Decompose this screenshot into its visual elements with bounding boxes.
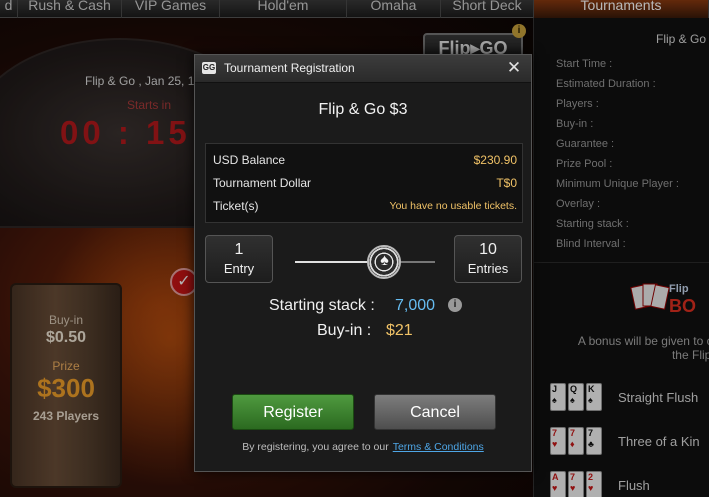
min-entry-number: 1 (234, 241, 244, 258)
close-icon[interactable]: ✕ (505, 59, 523, 77)
tournament-dollar-label: Tournament Dollar (213, 176, 312, 190)
cancel-button[interactable]: Cancel (374, 394, 496, 430)
starting-stack-value: 7,000 (395, 297, 436, 314)
max-entry-button[interactable]: 10 Entries (454, 235, 522, 283)
buyin-row: Buy-in : $21 (195, 322, 531, 342)
info-icon[interactable]: i (448, 298, 462, 312)
usd-balance-value: $230.90 (473, 153, 517, 167)
max-entry-label: Entries (467, 261, 509, 276)
balance-row-tdollar: Tournament Dollar T$0 (213, 176, 517, 194)
balance-box: USD Balance $230.90 Tournament Dollar T$… (205, 143, 523, 223)
starting-stack-label: Starting stack : (269, 297, 375, 314)
gg-logo-icon: GG (202, 62, 216, 74)
balance-row-tickets: Ticket(s) You have no usable tickets. (213, 199, 517, 217)
tickets-value: You have no usable tickets. (389, 200, 517, 212)
min-entry-button[interactable]: 1 Entry (205, 235, 273, 283)
terms-notice: By registering, you agree to our Terms & … (195, 441, 531, 453)
spade-icon: ♠ (380, 252, 389, 269)
terms-prefix: By registering, you agree to our (242, 441, 389, 453)
dialog-title: Tournament Registration (224, 61, 355, 75)
tournament-registration-dialog: GG Tournament Registration ✕ Flip & Go $… (194, 54, 532, 472)
buyin-value: $21 (386, 322, 413, 339)
starting-stack-row: Starting stack : 7,000 i (195, 297, 531, 317)
tickets-label: Ticket(s) (213, 199, 259, 213)
tournament-dollar-value: T$0 (496, 176, 517, 190)
register-button[interactable]: Register (232, 394, 354, 430)
balance-row-usd: USD Balance $230.90 (213, 153, 517, 171)
buyin-label: Buy-in : (317, 322, 372, 339)
dialog-header: GG Tournament Registration ✕ (195, 55, 531, 83)
entries-slider-handle[interactable]: ♠ (367, 245, 401, 279)
max-entry-number: 10 (479, 241, 497, 258)
terms-link[interactable]: Terms & Conditions (393, 441, 484, 453)
app-root: d Rush & Cash VIP Games Hold'em Omaha Short D… (0, 0, 709, 497)
tournament-name: Flip & Go $3 (318, 101, 408, 118)
min-entry-label: Entry (223, 261, 255, 276)
usd-balance-label: USD Balance (213, 153, 286, 167)
